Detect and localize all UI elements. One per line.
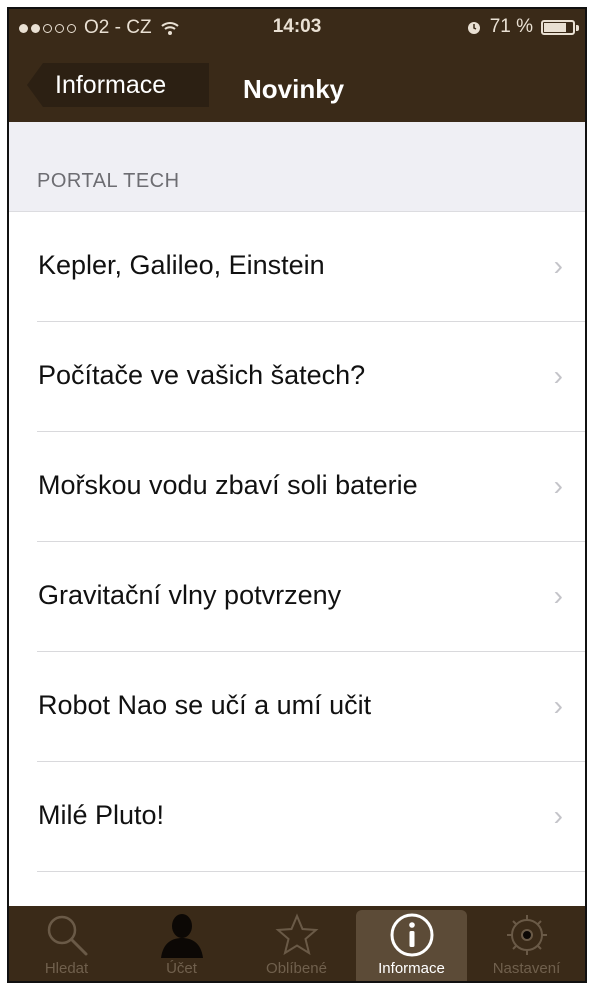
list-item-label: Milé Pluto! <box>38 800 165 830</box>
list-item[interactable]: Gravitační vlny potvrzeny › <box>9 542 585 652</box>
tab-label: Hledat <box>44 960 89 977</box>
list-item[interactable]: Mořskou vodu zbaví soli baterie › <box>9 432 585 542</box>
tab-nastaveni[interactable]: Nastavení <box>469 906 584 981</box>
tab-oblibene[interactable]: Oblíbené <box>239 906 354 981</box>
tab-ucet[interactable]: Účet <box>124 906 239 981</box>
status-bar: O2 - CZ 14:03 71 % <box>9 9 585 43</box>
tab-label: Oblíbené <box>266 960 327 977</box>
section-header: PORTAL TECH <box>9 122 585 212</box>
chevron-right-icon: › <box>553 360 563 391</box>
tab-label: Účet <box>166 960 197 977</box>
info-icon <box>354 912 469 958</box>
star-icon <box>239 912 354 958</box>
tab-informace[interactable]: Informace <box>354 906 469 981</box>
tab-hledat[interactable]: Hledat <box>9 906 124 981</box>
tab-bar: Hledat Účet Oblíbené Informace Nastavení <box>9 906 585 981</box>
chevron-right-icon: › <box>553 690 563 721</box>
person-icon <box>124 912 239 958</box>
list-item[interactable]: Milé Pluto! › <box>9 762 585 872</box>
chevron-right-icon: › <box>553 250 563 281</box>
list-item-label: Počítače ve vašich šatech? <box>38 360 366 390</box>
chevron-right-icon: › <box>553 470 563 501</box>
screen: O2 - CZ 14:03 71 % Informace Novinky POR… <box>0 0 594 990</box>
top-bar: O2 - CZ 14:03 71 % Informace Novinky <box>9 9 585 122</box>
list-item-label: Gravitační vlny potvrzeny <box>38 580 342 610</box>
battery-percent: 71 % <box>489 16 533 37</box>
back-button[interactable]: Informace <box>27 63 209 107</box>
list-item-label: Kepler, Galileo, Einstein <box>38 250 325 280</box>
tab-label: Informace <box>378 960 445 977</box>
page-title: Novinky <box>243 74 345 104</box>
tab-label: Nastavení <box>492 960 561 977</box>
section-header-label: PORTAL TECH <box>37 170 180 192</box>
battery-group: 71 % <box>466 16 579 38</box>
chevron-right-icon: › <box>553 580 563 611</box>
chevron-right-icon: › <box>553 800 563 831</box>
list-item-label: Robot Nao se učí a umí učit <box>38 690 372 720</box>
alarm-icon <box>467 22 480 34</box>
list-item[interactable]: Počítače ve vašich šatech? › <box>9 322 585 432</box>
search-icon <box>9 912 124 958</box>
row-divider <box>37 871 585 872</box>
list-item[interactable]: Kepler, Galileo, Einstein › <box>9 212 585 322</box>
battery-icon <box>541 19 579 35</box>
gear-icon <box>469 912 584 958</box>
back-button-label: Informace <box>55 70 167 99</box>
list-item-label: Mořskou vodu zbaví soli baterie <box>38 470 418 500</box>
navigation-bar: Informace Novinky <box>9 43 585 122</box>
news-list: PORTAL TECH Kepler, Galileo, Einstein › … <box>9 122 585 906</box>
list-item[interactable]: Robot Nao se učí a umí učit › <box>9 652 585 762</box>
